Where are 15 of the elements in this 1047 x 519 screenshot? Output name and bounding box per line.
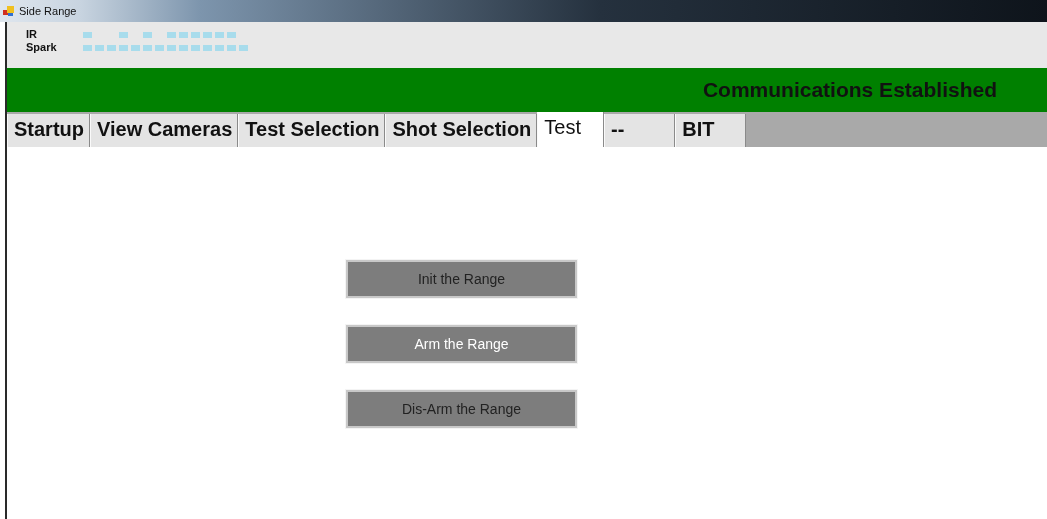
indicator-label: IR bbox=[26, 28, 38, 41]
status-text: Communications Established bbox=[702, 78, 997, 102]
range-button[interactable]: Arm the Range bbox=[346, 325, 577, 363]
range-button[interactable]: Init the Range bbox=[346, 260, 577, 298]
tab[interactable]: Test bbox=[537, 112, 604, 147]
range-button[interactable]: Dis-Arm the Range bbox=[346, 390, 577, 428]
tab[interactable]: Startup bbox=[7, 114, 90, 147]
tab[interactable]: Shot Selection bbox=[385, 114, 538, 147]
app-icon bbox=[3, 5, 15, 17]
indicator-label: Spark bbox=[26, 41, 57, 54]
window-title: Side Range bbox=[19, 5, 77, 17]
tab[interactable]: -- bbox=[604, 114, 676, 147]
tab[interactable]: View Cameras bbox=[90, 114, 239, 147]
tab[interactable]: Test Selection bbox=[238, 114, 386, 147]
tab[interactable]: BIT bbox=[675, 114, 746, 147]
